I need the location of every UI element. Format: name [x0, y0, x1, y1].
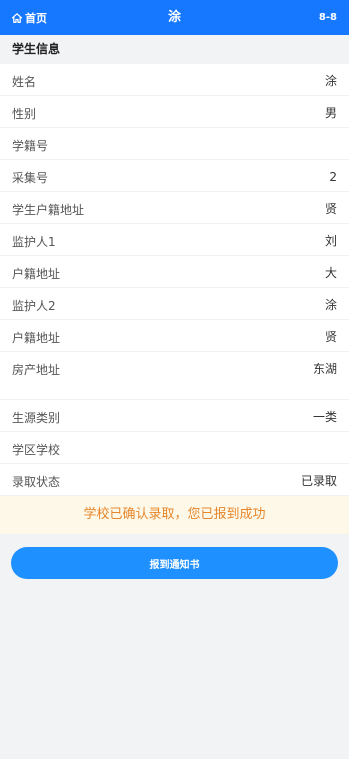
confirmation-notice: 学校已确认录取，您已报到成功: [0, 496, 349, 534]
section-title: 学生信息: [0, 35, 349, 64]
field-label: 学籍号: [12, 139, 49, 153]
row-property-address: 房产地址 东湖: [0, 352, 349, 400]
home-link[interactable]: 首页: [11, 0, 47, 35]
top-nav-bar: 首页 涂 8-8: [0, 0, 349, 35]
field-value: 已录取: [300, 474, 337, 488]
field-label: 户籍地址: [12, 331, 61, 345]
field-label: 房产地址: [12, 363, 61, 377]
field-value: 贤: [324, 202, 337, 216]
field-label: 户籍地址: [12, 267, 61, 281]
row-gender: 性别 男: [0, 96, 349, 128]
row-name: 姓名 涂: [0, 64, 349, 96]
field-label: 监护人2: [12, 299, 56, 313]
home-label: 首页: [25, 11, 47, 25]
page-title: 涂: [167, 10, 181, 25]
row-admission-status: 录取状态 已录取: [0, 464, 349, 496]
field-label: 学生户籍地址: [12, 203, 85, 217]
row-collection-number: 采集号 2: [0, 160, 349, 192]
field-value: 东湖: [312, 362, 337, 376]
field-value: 涂: [324, 74, 337, 88]
row-guardian-1-address: 户籍地址 大: [0, 256, 349, 288]
home-icon: [11, 12, 23, 23]
field-label: 采集号: [12, 171, 49, 185]
row-student-household-address: 学生户籍地址 贤: [0, 192, 349, 224]
row-enrollment-category: 生源类别 一类: [0, 400, 349, 432]
field-label: 录取状态: [12, 475, 61, 489]
field-value: 2: [329, 170, 337, 184]
field-value: 贤: [324, 330, 337, 344]
row-student-id: 学籍号: [0, 128, 349, 160]
field-label: 性别: [12, 107, 37, 121]
row-district-school: 学区学校: [0, 432, 349, 464]
field-value: 涂: [324, 298, 337, 312]
row-guardian-1: 监护人1 刘: [0, 224, 349, 256]
student-info-list: 姓名 涂 性别 男 学籍号 采集号 2 学生户籍地址 贤 监护人1 刘 户籍地址…: [0, 64, 349, 496]
field-value: 男: [324, 106, 337, 120]
header-code: 8-8: [318, 12, 337, 23]
row-guardian-2: 监护人2 涂: [0, 288, 349, 320]
report-notice-button[interactable]: 报到通知书: [11, 547, 338, 579]
row-guardian-2-address: 户籍地址 贤: [0, 320, 349, 352]
field-value: 一类: [312, 410, 337, 424]
field-value: 大: [324, 266, 337, 280]
field-label: 监护人1: [12, 235, 56, 249]
field-label: 姓名: [12, 75, 37, 89]
field-label: 学区学校: [12, 443, 61, 457]
field-label: 生源类别: [12, 411, 61, 425]
field-value: 刘: [324, 234, 337, 248]
